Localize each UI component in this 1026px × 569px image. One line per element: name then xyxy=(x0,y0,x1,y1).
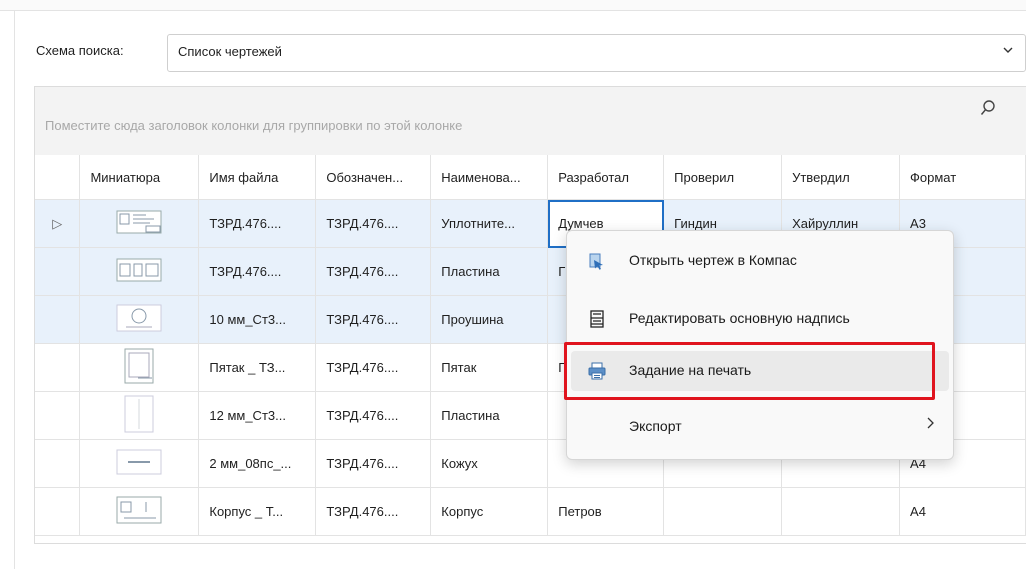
cell-name[interactable]: Пластина xyxy=(430,247,549,296)
cell-format[interactable]: А4 xyxy=(899,487,1026,536)
highlight-box xyxy=(564,342,935,400)
cell-designation[interactable]: ТЗРД.476.... xyxy=(315,247,432,296)
menu-item-label: Редактировать основную надпись xyxy=(629,310,850,326)
menu-item-open-in-kompas[interactable]: Открыть чертеж в Компас xyxy=(571,241,949,281)
cell-name[interactable]: Корпус xyxy=(430,487,549,536)
cell-file-name[interactable]: ТЗРД.476.... xyxy=(198,247,317,296)
row-indicator xyxy=(35,295,81,344)
table-row[interactable]: Корпус _ Т... ТЗРД.476.... Корпус Петров… xyxy=(35,487,1026,536)
cell-designation[interactable]: ТЗРД.476.... xyxy=(315,295,432,344)
menu-item-label: Экспорт xyxy=(629,418,682,434)
search-icon[interactable] xyxy=(980,99,996,120)
row-indicator xyxy=(35,439,81,488)
column-header-format[interactable]: Формат xyxy=(899,155,1026,200)
search-scheme-select[interactable]: Список чертежей xyxy=(167,34,1026,72)
search-scheme-value: Список чертежей xyxy=(178,44,282,59)
chevron-right-icon xyxy=(925,416,935,435)
column-header-developer[interactable]: Разработал xyxy=(547,155,665,200)
cell-designation[interactable]: ТЗРД.476.... xyxy=(315,391,432,440)
row-indicator xyxy=(35,391,81,440)
cell-name[interactable]: Кожух xyxy=(430,439,549,488)
cell-file-name[interactable]: 12 мм_Ст3... xyxy=(198,391,317,440)
cell-file-name[interactable]: Корпус _ Т... xyxy=(198,487,317,536)
column-header-thumbnail[interactable]: Миниатюра xyxy=(79,155,200,200)
search-scheme-label: Схема поиска: xyxy=(36,43,124,58)
column-header-designation[interactable]: Обозначен... xyxy=(315,155,432,200)
drawing-thumbnail[interactable] xyxy=(79,439,200,488)
cell-file-name[interactable]: 10 мм_Ст3... xyxy=(198,295,317,344)
menu-item-edit-title-block[interactable]: Редактировать основную надпись xyxy=(571,299,949,339)
cell-name[interactable]: Проушина xyxy=(430,295,549,344)
menu-item-export[interactable]: Экспорт xyxy=(571,407,949,447)
cell-developer[interactable]: Петров xyxy=(547,487,665,536)
column-header-checker[interactable]: Проверил xyxy=(663,155,783,200)
cell-name[interactable]: Пятак xyxy=(430,343,549,392)
cell-designation[interactable]: ТЗРД.476.... xyxy=(315,487,432,536)
indicator-header xyxy=(35,155,81,200)
drawing-thumbnail[interactable] xyxy=(79,487,200,536)
cell-designation[interactable]: ТЗРД.476.... xyxy=(315,343,432,392)
row-indicator xyxy=(35,343,81,392)
drawing-thumbnail[interactable] xyxy=(79,343,200,392)
column-header-approver[interactable]: Утвердил xyxy=(781,155,901,200)
group-by-hint: Поместите сюда заголовок колонки для гру… xyxy=(45,118,463,133)
menu-item-label: Открыть чертеж в Компас xyxy=(629,252,797,268)
table-header-row: Миниатюра Имя файла Обозначен... Наимено… xyxy=(35,155,1026,200)
edit-title-block-icon xyxy=(587,309,607,329)
column-header-name[interactable]: Наименова... xyxy=(430,155,549,200)
drawing-thumbnail[interactable] xyxy=(79,391,200,440)
chevron-down-icon[interactable] xyxy=(1001,43,1015,60)
cell-designation[interactable]: ТЗРД.476.... xyxy=(315,199,432,248)
row-indicator xyxy=(35,487,81,536)
cell-name[interactable]: Уплотните... xyxy=(430,199,549,248)
cell-checker[interactable] xyxy=(663,487,783,536)
cell-name[interactable]: Пластина xyxy=(430,391,549,440)
drawing-thumbnail[interactable] xyxy=(79,247,200,296)
column-header-file-name[interactable]: Имя файла xyxy=(198,155,317,200)
drawing-thumbnail[interactable] xyxy=(79,295,200,344)
row-indicator xyxy=(35,247,81,296)
cell-file-name[interactable]: 2 мм_08пс_... xyxy=(198,439,317,488)
kompas-open-icon xyxy=(587,251,607,271)
left-border xyxy=(14,10,15,569)
cell-approver[interactable] xyxy=(781,487,901,536)
group-by-panel[interactable]: Поместите сюда заголовок колонки для гру… xyxy=(35,87,1026,156)
row-indicator-icon: ▷ xyxy=(35,199,81,248)
top-border xyxy=(0,0,1026,11)
drawing-thumbnail[interactable] xyxy=(79,199,200,248)
cell-file-name[interactable]: Пятак _ ТЗ... xyxy=(198,343,317,392)
cell-designation[interactable]: ТЗРД.476.... xyxy=(315,439,432,488)
cell-file-name[interactable]: ТЗРД.476.... xyxy=(198,199,317,248)
